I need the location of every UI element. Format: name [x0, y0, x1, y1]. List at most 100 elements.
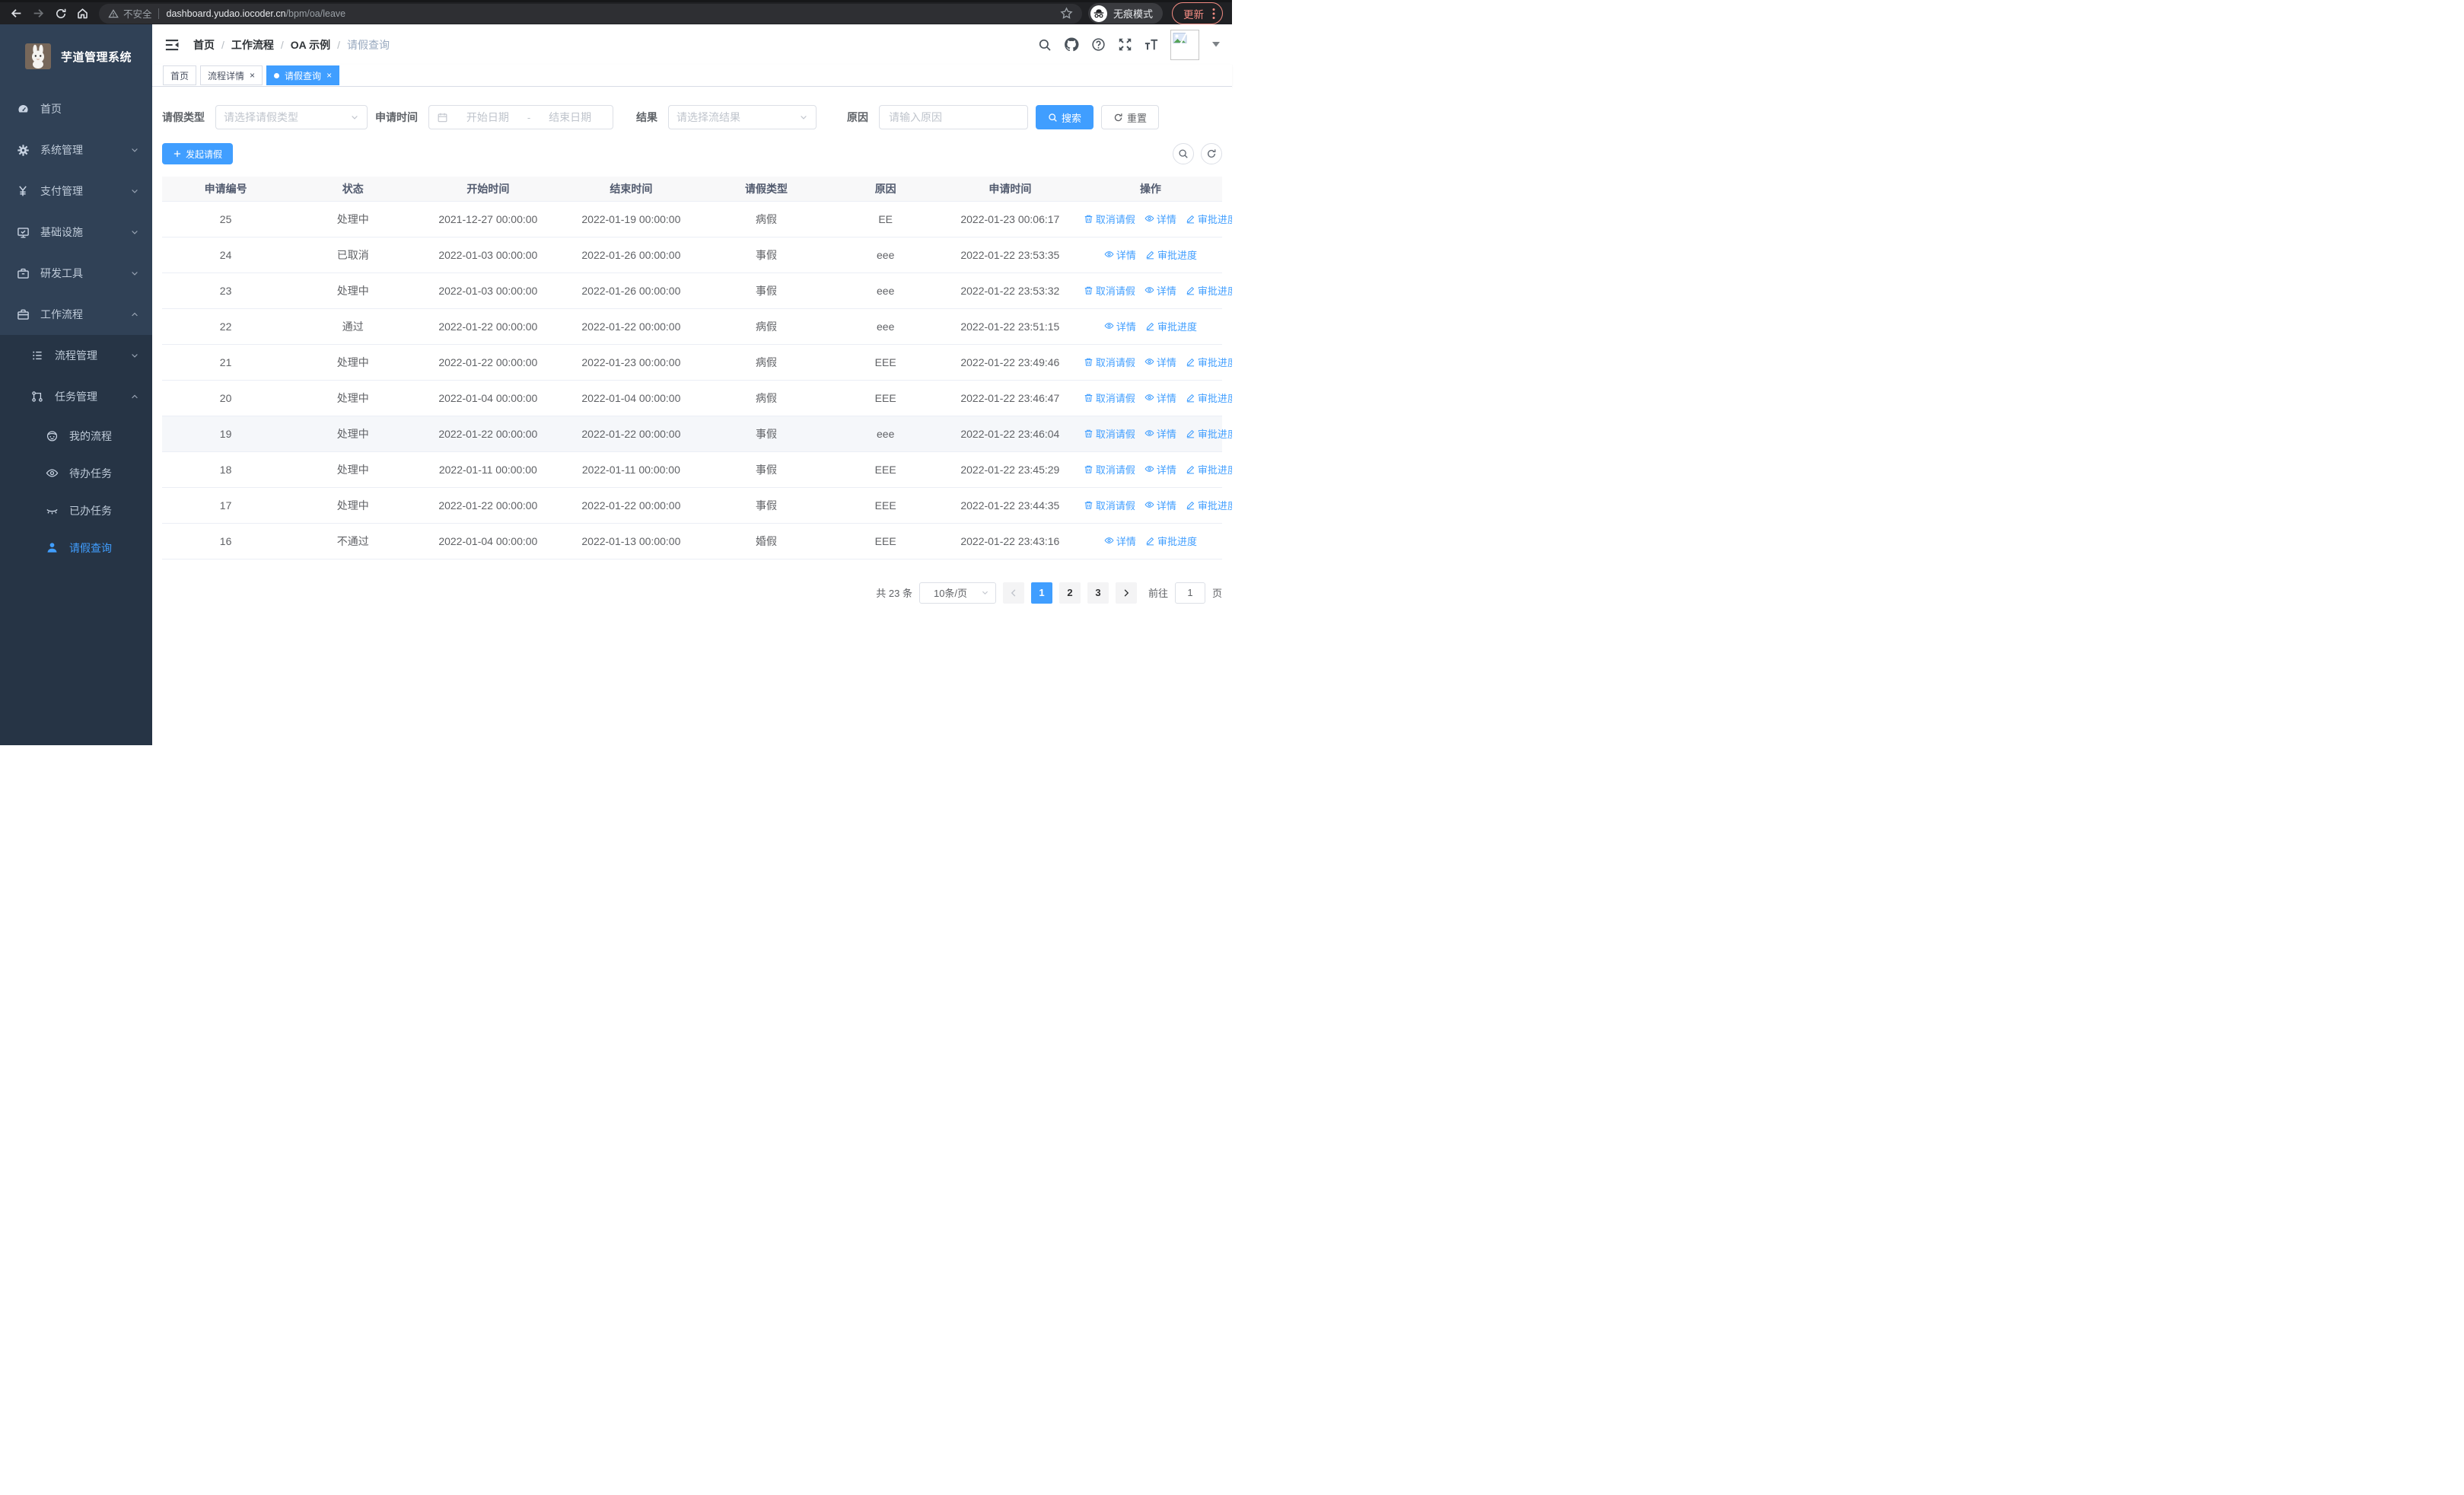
detail-action-link[interactable]: 详情 — [1144, 462, 1176, 477]
progress-action-link[interactable]: 审批进度 — [1186, 283, 1232, 298]
bookmark-star-icon[interactable] — [1060, 7, 1073, 20]
sidebar-item-task-mgmt[interactable]: 任务管理 — [0, 376, 152, 417]
sidebar-item-infra[interactable]: 基础设施 — [0, 212, 152, 253]
result-select[interactable] — [668, 105, 817, 129]
action-label: 审批进度 — [1197, 357, 1232, 369]
home-icon[interactable] — [72, 4, 93, 24]
reason-input[interactable] — [889, 111, 1018, 123]
action-label: 详情 — [1156, 285, 1176, 297]
detail-action-link[interactable]: 详情 — [1144, 283, 1176, 298]
cell-reason: EE — [829, 201, 941, 237]
apply-time-range[interactable]: - — [428, 105, 613, 129]
cell-start: 2022-01-03 00:00:00 — [416, 237, 560, 273]
sidebar-item-done-tasks[interactable]: 已办任务 — [0, 492, 152, 529]
close-tab-icon[interactable]: × — [250, 71, 255, 80]
font-size-icon[interactable] — [1144, 37, 1159, 53]
apply-time-label: 申请时间 — [375, 111, 418, 123]
tab-leave-query[interactable]: 请假查询 × — [266, 65, 340, 85]
progress-action-link[interactable]: 审批进度 — [1145, 534, 1197, 548]
detail-action-link[interactable]: 详情 — [1144, 426, 1176, 441]
cancel-action-link[interactable]: 取消请假 — [1084, 462, 1135, 477]
search-icon[interactable] — [1037, 37, 1052, 53]
help-icon[interactable] — [1090, 37, 1106, 53]
user-icon — [45, 541, 59, 555]
github-icon[interactable] — [1064, 37, 1079, 53]
leave-type-select[interactable] — [215, 105, 368, 129]
page-button-2[interactable]: 2 — [1059, 582, 1081, 604]
end-date-input[interactable] — [535, 111, 605, 123]
next-page-button[interactable] — [1115, 582, 1137, 604]
cell-end: 2022-01-23 00:00:00 — [559, 344, 703, 381]
cancel-action-link[interactable]: 取消请假 — [1084, 498, 1135, 512]
page-button-3[interactable]: 3 — [1087, 582, 1109, 604]
cancel-action-link[interactable]: 取消请假 — [1084, 212, 1135, 226]
sidebar-item-payment[interactable]: 支付管理 — [0, 171, 152, 212]
cell-reason: EEE — [829, 451, 941, 488]
goto-page-input[interactable] — [1174, 582, 1205, 604]
action-label: 取消请假 — [1095, 464, 1135, 477]
cancel-action-link[interactable]: 取消请假 — [1084, 355, 1135, 369]
back-icon[interactable] — [6, 4, 27, 24]
cancel-action-link[interactable]: 取消请假 — [1084, 283, 1135, 298]
page-button-1[interactable]: 1 — [1030, 582, 1052, 604]
app-logo[interactable]: 芋道管理系统 — [0, 24, 152, 88]
detail-action-link[interactable]: 详情 — [1104, 319, 1136, 333]
sidebar-item-workflow[interactable]: 工作流程 — [0, 294, 152, 335]
result-input[interactable] — [676, 111, 799, 123]
detail-action-link[interactable]: 详情 — [1144, 498, 1176, 512]
leave-type-input[interactable] — [224, 111, 350, 123]
progress-action-link[interactable]: 审批进度 — [1186, 390, 1232, 405]
sidebar-item-process-mgmt[interactable]: 流程管理 — [0, 335, 152, 376]
prev-page-button[interactable] — [1002, 582, 1024, 604]
progress-action-link[interactable]: 审批进度 — [1186, 355, 1232, 369]
breadcrumb-item[interactable]: 工作流程 — [231, 37, 274, 53]
cell-reason: EEE — [829, 487, 941, 524]
reason-field[interactable] — [879, 105, 1028, 129]
detail-action-link[interactable]: 详情 — [1104, 534, 1136, 548]
browser-menu-icon[interactable] — [1212, 8, 1215, 20]
detail-action-link[interactable]: 详情 — [1104, 247, 1136, 262]
sidebar-item-system[interactable]: 系统管理 — [0, 129, 152, 171]
refresh-table-button[interactable] — [1201, 143, 1222, 164]
progress-action-link[interactable]: 审批进度 — [1145, 247, 1197, 262]
avatar-caret-icon[interactable] — [1212, 42, 1220, 47]
cancel-action-link[interactable]: 取消请假 — [1084, 390, 1135, 405]
fullscreen-icon[interactable] — [1117, 37, 1132, 53]
progress-action-link[interactable]: 审批进度 — [1186, 212, 1232, 226]
search-button[interactable]: 搜索 — [1036, 105, 1094, 129]
sidebar-fold-icon[interactable] — [164, 37, 180, 53]
sidebar-item-home[interactable]: 首页 — [0, 88, 152, 129]
start-date-input[interactable] — [453, 111, 523, 123]
sidebar-item-my-process[interactable]: 我的流程 — [0, 417, 152, 454]
tab-home[interactable]: 首页 — [163, 65, 197, 85]
detail-action-link[interactable]: 详情 — [1144, 355, 1176, 369]
avatar[interactable] — [1170, 29, 1199, 60]
cell-type: 事假 — [702, 451, 830, 488]
progress-action-link[interactable]: 审批进度 — [1186, 426, 1232, 441]
sidebar-item-devtools[interactable]: 研发工具 — [0, 253, 152, 294]
tab-process-detail[interactable]: 流程详情 × — [200, 65, 263, 85]
trash-icon — [1084, 500, 1094, 510]
update-button[interactable]: 更新 — [1172, 2, 1224, 24]
breadcrumb-item[interactable]: 首页 — [193, 37, 215, 53]
goto-label: 前往 — [1148, 588, 1168, 599]
breadcrumb-item[interactable]: OA 示例 — [291, 37, 330, 53]
reload-icon[interactable] — [50, 4, 71, 24]
progress-action-link[interactable]: 审批进度 — [1145, 319, 1197, 333]
page-size-select[interactable]: 10条/页 — [918, 582, 996, 604]
chevron-down-icon — [130, 351, 139, 360]
detail-action-link[interactable]: 详情 — [1144, 212, 1176, 226]
sidebar-item-leave-query[interactable]: 请假查询 — [0, 529, 152, 566]
address-bar[interactable]: 不安全 dashboard.yudao.iocoder.cn/bpm/oa/le… — [99, 3, 1082, 24]
cell-status: 处理中 — [289, 344, 417, 381]
detail-action-link[interactable]: 详情 — [1144, 390, 1176, 405]
cancel-action-link[interactable]: 取消请假 — [1084, 426, 1135, 441]
sidebar-item-todo-tasks[interactable]: 待办任务 — [0, 454, 152, 492]
forward-icon[interactable] — [28, 4, 49, 24]
toggle-search-button[interactable] — [1173, 143, 1194, 164]
create-leave-button[interactable]: 发起请假 — [162, 143, 234, 164]
reset-button[interactable]: 重置 — [1101, 105, 1160, 129]
progress-action-link[interactable]: 审批进度 — [1186, 498, 1232, 512]
progress-action-link[interactable]: 审批进度 — [1186, 462, 1232, 477]
close-tab-icon[interactable]: × — [326, 71, 332, 80]
